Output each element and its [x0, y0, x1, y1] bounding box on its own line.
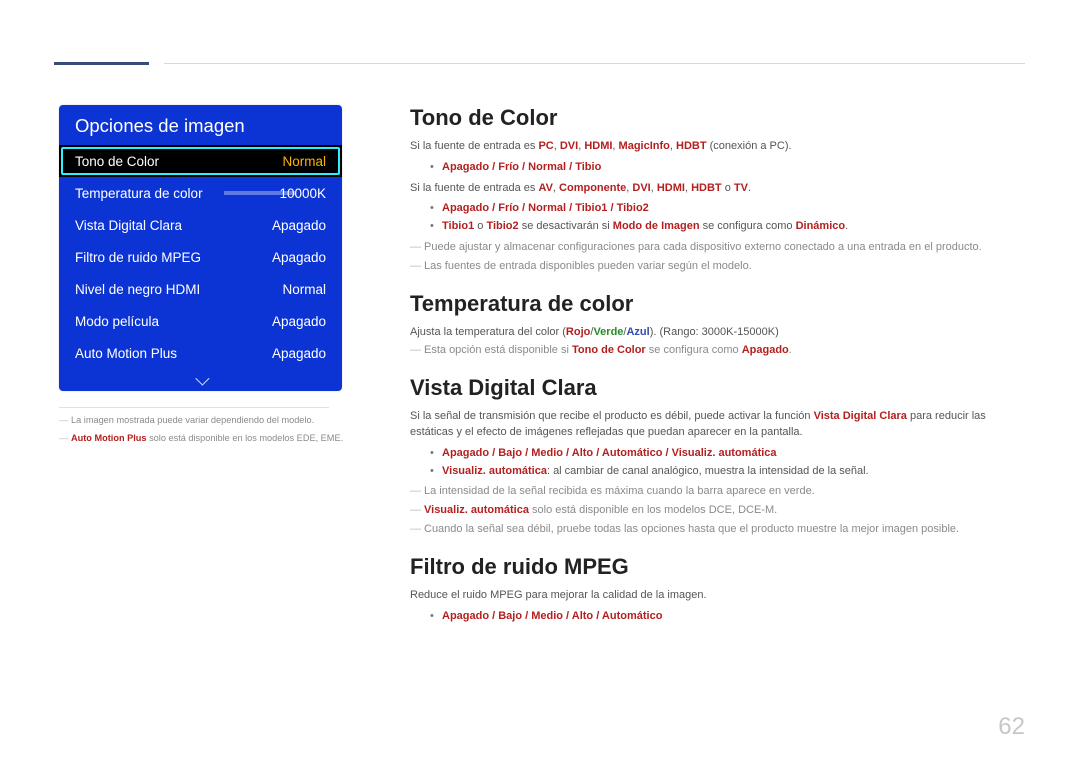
chevron-down-icon — [195, 372, 209, 386]
menu-scroll-down[interactable] — [59, 369, 342, 391]
options-list: Apagado / Frío / Normal / Tibio — [432, 159, 1025, 177]
option-line: Apagado / Frío / Normal / Tibio1 / Tibio… — [432, 200, 1025, 218]
dash-note: Cuando la señal sea débil, pruebe todas … — [410, 522, 1025, 538]
footnote-rule — [59, 407, 329, 408]
menu-item-nivel-negro-hdmi[interactable]: Nivel de negro HDMI Normal — [59, 273, 342, 305]
menu-item-vista-digital-clara[interactable]: Vista Digital Clara Apagado — [59, 209, 342, 241]
footnote-model-vary: La imagen mostrada puede variar dependie… — [59, 414, 351, 426]
header-rule — [164, 63, 1025, 64]
menu-title: Opciones de imagen — [59, 105, 342, 145]
option-line: Apagado / Bajo / Medio / Alto / Automáti… — [432, 608, 1025, 626]
option-line: Tibio1 o Tibio2 se desactivarán si Modo … — [432, 218, 1025, 236]
options-list: Apagado / Bajo / Medio / Alto / Automáti… — [432, 608, 1025, 626]
menu-label: Vista Digital Clara — [75, 218, 182, 233]
dash-note: Esta opción está disponible si Tono de C… — [410, 343, 1025, 359]
menu-value: Apagado — [272, 250, 326, 265]
menu-value: Normal — [282, 154, 326, 169]
header-accent — [54, 62, 149, 65]
menu-panel: Opciones de imagen Tono de Color Normal … — [59, 105, 342, 391]
section-title-temperatura: Temperatura de color — [410, 291, 1025, 317]
menu-label: Filtro de ruido MPEG — [75, 250, 201, 265]
menu-value: Normal — [282, 282, 326, 297]
options-list: Apagado / Frío / Normal / Tibio1 / Tibio… — [432, 200, 1025, 235]
menu-label: Modo película — [75, 314, 159, 329]
option-line: Visualiz. automática: al cambiar de cana… — [432, 463, 1025, 481]
menu-item-filtro-mpeg[interactable]: Filtro de ruido MPEG Apagado — [59, 241, 342, 273]
section-title-tono-de-color: Tono de Color — [410, 105, 1025, 131]
option-line: Apagado / Frío / Normal / Tibio — [432, 159, 1025, 177]
section-title-filtro-mpeg: Filtro de ruido MPEG — [410, 554, 1025, 580]
menu-label: Nivel de negro HDMI — [75, 282, 200, 297]
menu-item-tono-de-color[interactable]: Tono de Color Normal — [59, 145, 342, 177]
menu-label: Tono de Color — [75, 154, 159, 169]
section-title-vista-digital-clara: Vista Digital Clara — [410, 375, 1025, 401]
slider-icon — [224, 191, 296, 195]
dash-note: Las fuentes de entrada disponibles puede… — [410, 259, 1025, 275]
para: Ajusta la temperatura del color (Rojo/Ve… — [410, 325, 1025, 341]
options-list: Apagado / Bajo / Medio / Alto / Automáti… — [432, 445, 1025, 480]
menu-item-modo-pelicula[interactable]: Modo película Apagado — [59, 305, 342, 337]
menu-item-auto-motion-plus[interactable]: Auto Motion Plus Apagado — [59, 337, 342, 369]
footnote-auto-motion-plus: Auto Motion Plus solo está disponible en… — [59, 432, 351, 444]
para: Reduce el ruido MPEG para mejorar la cal… — [410, 588, 1025, 604]
option-line: Apagado / Bajo / Medio / Alto / Automáti… — [432, 445, 1025, 463]
menu-value: Apagado — [272, 346, 326, 361]
para: Si la fuente de entrada es PC, DVI, HDMI… — [410, 139, 1025, 155]
menu-label: Auto Motion Plus — [75, 346, 177, 361]
dash-note: La intensidad de la señal recibida es má… — [410, 484, 1025, 500]
menu-item-temperatura[interactable]: Temperatura de color 10000K — [59, 177, 342, 209]
menu-label: Temperatura de color — [75, 186, 203, 201]
page-number: 62 — [998, 713, 1025, 741]
para: Si la fuente de entrada es AV, Component… — [410, 181, 1025, 197]
menu-value: Apagado — [272, 314, 326, 329]
menu-value: Apagado — [272, 218, 326, 233]
dash-note: Puede ajustar y almacenar configuracione… — [410, 240, 1025, 256]
dash-note: Visualiz. automática solo está disponibl… — [410, 503, 1025, 519]
para: Si la señal de transmisión que recibe el… — [410, 409, 1025, 441]
